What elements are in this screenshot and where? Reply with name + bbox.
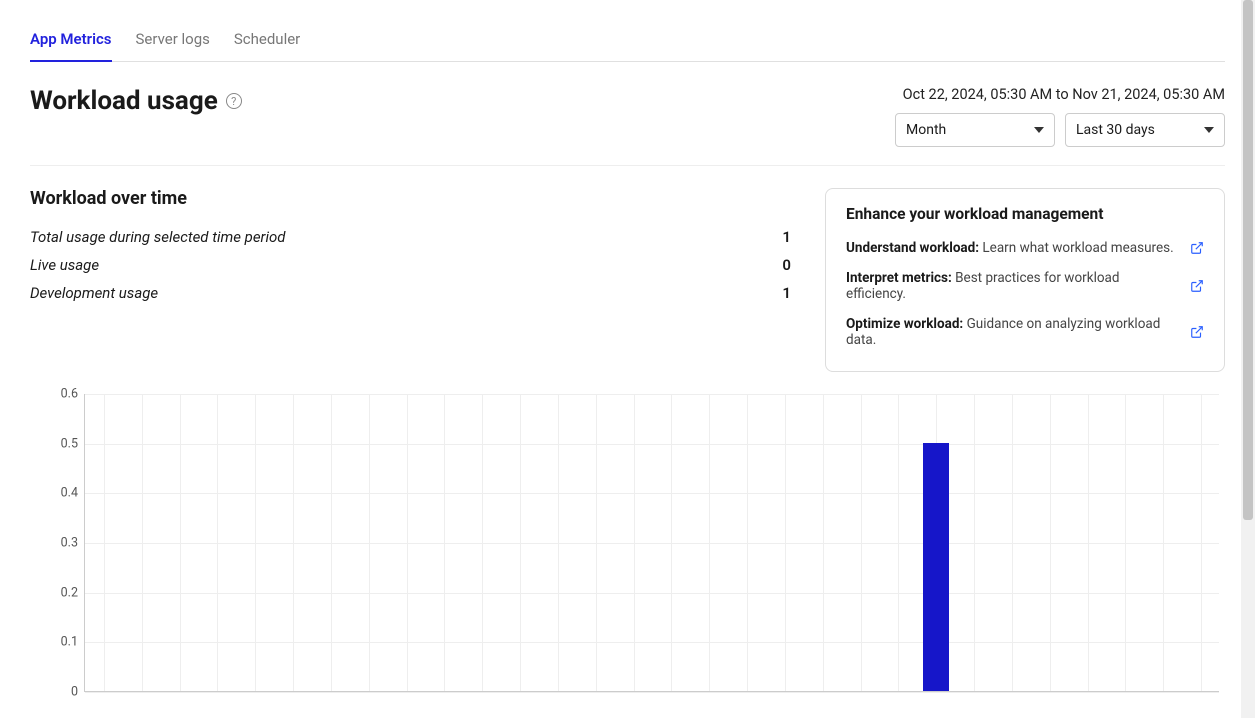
tabs: App Metrics Server logs Scheduler [30,20,1225,62]
external-link-icon[interactable] [1190,325,1204,339]
card-title: Enhance your workload management [846,205,1204,223]
tab-server-logs[interactable]: Server logs [136,20,210,62]
stat-live-value: 0 [782,256,795,274]
card-row-interpret[interactable]: Interpret metrics: Best practices for wo… [846,263,1204,309]
y-tick: 0 [30,685,78,700]
tab-scheduler[interactable]: Scheduler [234,20,300,62]
scrollbar[interactable] [1241,0,1255,718]
stat-dev-label: Development usage [30,284,158,302]
help-icon[interactable]: ? [226,93,242,109]
y-tick: 0.3 [30,536,78,551]
granularity-select[interactable]: Month [895,113,1055,147]
y-tick: 0.2 [30,585,78,600]
workload-chart: 00.10.20.30.40.50.6Oct 22232425262728293… [30,390,1225,718]
scrollbar-thumb[interactable] [1243,0,1253,520]
range-select[interactable]: Last 30 days [1065,113,1225,147]
y-tick: 0.1 [30,635,78,650]
chart-bar[interactable] [923,443,949,691]
stat-live-label: Live usage [30,256,99,274]
stat-dev-value: 1 [782,284,795,302]
card-row-optimize[interactable]: Optimize workload: Guidance on analyzing… [846,309,1204,355]
section-title: Workload over time [30,188,795,209]
card-row-understand[interactable]: Understand workload: Learn what workload… [846,233,1204,263]
y-tick: 0.4 [30,486,78,501]
date-range-text: Oct 22, 2024, 05:30 AM to Nov 21, 2024, … [895,86,1225,103]
granularity-select-value: Month [906,122,946,138]
y-tick: 0.6 [30,387,78,402]
tab-app-metrics[interactable]: App Metrics [30,20,112,62]
enhance-card: Enhance your workload management Underst… [825,188,1225,372]
stat-total-value: 1 [782,228,795,246]
page-title: Workload usage [30,86,218,116]
range-select-value: Last 30 days [1076,122,1155,138]
caret-down-icon [1034,127,1044,133]
caret-down-icon [1204,127,1214,133]
external-link-icon[interactable] [1190,241,1204,255]
y-tick: 0.5 [30,436,78,451]
stat-total-label: Total usage during selected time period [30,228,286,246]
external-link-icon[interactable] [1190,279,1204,293]
